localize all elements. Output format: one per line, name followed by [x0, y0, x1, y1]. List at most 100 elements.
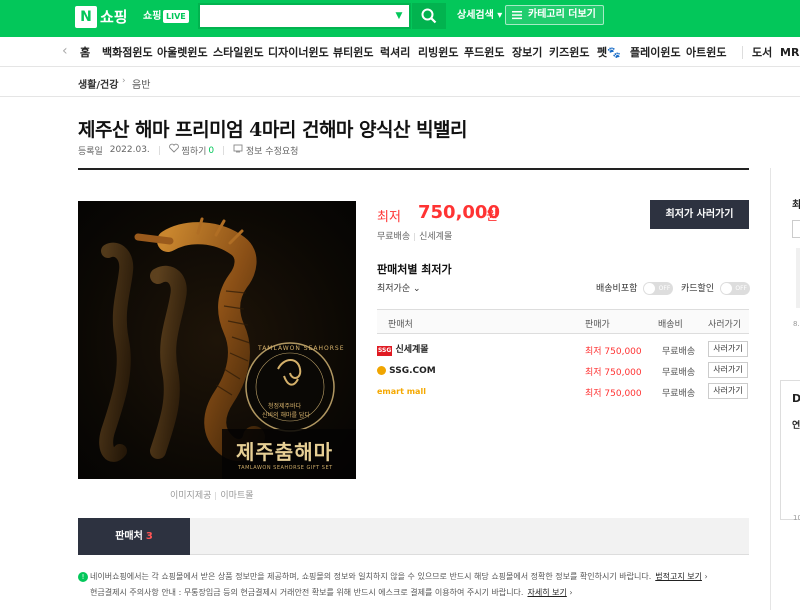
nav-prev-arrow-icon[interactable]: ‹: [62, 44, 68, 58]
table-row: SSG.COM 최저 750,000 무료배송 사러가기: [377, 360, 749, 381]
shipping-info: 무료배송 신세계몰: [377, 229, 452, 242]
right-column-input[interactable]: [792, 220, 800, 238]
row-buy-button[interactable]: 사러가기: [708, 383, 748, 399]
shipping-divider: [414, 232, 416, 241]
right-column-thumbnail[interactable]: [796, 248, 800, 308]
nav-divider: [742, 46, 743, 59]
table-row: SSG 신세계몰 최저 750,000 무료배송 사러가기: [377, 339, 749, 360]
details-link[interactable]: 자세히 보기: [527, 588, 566, 597]
row-price: 최저 750,000: [585, 389, 642, 399]
shopping-logo-text[interactable]: 쇼핑: [100, 6, 128, 28]
col-header-buy: 사러가기: [708, 320, 742, 330]
mall-logo-shinsegae[interactable]: SSG 신세계몰: [377, 344, 429, 356]
nav-item-living[interactable]: 리빙윈도: [418, 46, 458, 59]
product-title: 제주산 해마 프리미엄 4마리 건해마 양식산 빅밸리: [78, 119, 468, 141]
lowest-price-buy-button[interactable]: 최저가 사러가기: [650, 200, 749, 229]
image-caption-source: 이마트몰: [220, 491, 254, 501]
shopping-live-label[interactable]: 쇼핑: [143, 10, 161, 24]
search-input[interactable]: ▼: [198, 3, 411, 29]
wish-button[interactable]: 찜하기 0: [168, 143, 215, 157]
nav-item-books[interactable]: 도서: [752, 46, 772, 59]
legal-notice-link[interactable]: 법적고지 보기: [655, 572, 702, 581]
col-header-shipping: 배송비: [658, 320, 683, 330]
category-more-button[interactable]: 카테고리 더보기: [505, 5, 604, 25]
nav-item-designer[interactable]: 디자이너윈도: [268, 46, 329, 59]
search-dropdown-caret-icon[interactable]: ▼: [393, 8, 405, 24]
wish-count: 0: [208, 145, 215, 156]
chevron-right-icon: ›: [704, 572, 708, 581]
info-request-button[interactable]: 정보 수정요청: [233, 143, 299, 157]
notice-text-1: 네이버쇼핑에서는 각 쇼핑몰에서 받은 상품 정보만을 제공하며, 쇼핑몰의 정…: [90, 572, 652, 581]
card-discount-toggle[interactable]: 카드할인 OFF: [681, 281, 750, 295]
live-badge[interactable]: LIVE: [163, 10, 189, 23]
info-icon: !: [78, 571, 88, 582]
nav-item-kids[interactable]: 키즈윈도: [549, 46, 589, 59]
shipping-included-label: 배송비포함: [596, 284, 638, 294]
nav-item-beauty[interactable]: 뷰티윈도: [333, 46, 373, 59]
wish-label: 찜하기: [181, 147, 207, 157]
mall-name: SSG.COM: [389, 366, 436, 376]
nav-item-outlet[interactable]: 아울렛윈도: [157, 46, 208, 59]
notice-line-2: 현금결제시 주의사항 안내 : 무통장입금 등의 현금결제시 거래안전 확보를 …: [90, 587, 573, 598]
top-header-bar: N 쇼핑 쇼핑 LIVE ▼ 상세검색 ▾ 카테고리 더보기: [0, 0, 800, 37]
nav-item-grocery[interactable]: 장보기: [512, 46, 542, 59]
row-shipping: 무료배송: [662, 389, 696, 399]
tab-seller-label: 판매처: [115, 531, 143, 542]
toggle-switch[interactable]: OFF: [720, 282, 750, 295]
tab-seller[interactable]: 판매처 3: [78, 518, 190, 555]
edit-info-icon: [233, 144, 243, 153]
menu-grid-icon: [512, 11, 522, 20]
nav-item-luxury[interactable]: 럭셔리: [380, 46, 410, 59]
col-header-seller: 판매처: [388, 320, 413, 330]
right-panel-subheading: 연: [792, 421, 800, 431]
nav-item-pet-label: 펫: [597, 46, 608, 59]
breadcrumb: 생활/건강 › 음반: [0, 67, 800, 97]
shipping-included-toggle[interactable]: 배송비포함 OFF: [596, 281, 674, 295]
card-discount-label: 카드할인: [681, 284, 715, 294]
heart-icon: [168, 143, 179, 153]
toggle-knob: [644, 283, 656, 294]
toggle-switch[interactable]: OFF: [643, 282, 674, 295]
table-header: 판매처 판매가 배송비 사러가기: [377, 309, 749, 334]
nav-item-department[interactable]: 백화점윈도: [102, 46, 153, 59]
table-row: emart mall 최저 750,000 무료배송 사러가기: [377, 381, 749, 402]
search-button[interactable]: [412, 3, 446, 29]
nav-item-mr[interactable]: MR: [780, 46, 799, 59]
row-buy-button[interactable]: 사러가기: [708, 362, 748, 378]
mall-logo-ssg[interactable]: SSG.COM: [377, 365, 436, 377]
image-badge-line1: 청정제주바다: [268, 403, 302, 410]
sort-select-label: 최저가순: [377, 284, 411, 294]
nav-item-style[interactable]: 스타일윈도: [213, 46, 264, 59]
row-buy-button[interactable]: 사러가기: [708, 341, 748, 357]
seller-table: 판매처 판매가 배송비 사러가기 SSG 신세계몰 최저 750,000 무료배…: [377, 309, 749, 402]
nav-item-food[interactable]: 푸드윈도: [464, 46, 504, 59]
naver-logo-icon[interactable]: N: [75, 6, 97, 28]
breadcrumb-level1[interactable]: 생활/건강: [78, 76, 118, 91]
nav-item-home[interactable]: 홈: [80, 46, 90, 59]
search-icon: [421, 8, 437, 24]
chevron-right-icon: ›: [122, 76, 126, 86]
paw-icon: 🐾: [607, 46, 621, 59]
shinsegae-logo-icon: SSG: [377, 346, 393, 356]
product-image[interactable]: TAMLAWON SEAHORSE 청정제주바다 신비의 해마를 담다 제주춤해…: [78, 201, 356, 479]
mall-logo-emart[interactable]: emart mall: [377, 386, 426, 398]
sort-select[interactable]: 최저가순 ⌄: [377, 281, 421, 294]
row-shipping: 무료배송: [662, 368, 696, 378]
image-caption: 이미지제공 이마트몰: [170, 488, 254, 501]
right-column-text: 8.: [793, 320, 800, 328]
registered-label: 등록일: [78, 146, 103, 157]
right-column-border: [770, 168, 771, 610]
info-request-label: 정보 수정요청: [245, 147, 299, 157]
breadcrumb-level2[interactable]: 음반: [132, 76, 150, 91]
nav-item-play[interactable]: 플레이윈도: [630, 46, 681, 59]
detail-search-button[interactable]: 상세검색 ▾: [457, 9, 502, 23]
right-panel-heading: D: [792, 392, 800, 405]
col-header-price: 판매가: [585, 320, 610, 330]
nav-item-art[interactable]: 아트윈도: [686, 46, 726, 59]
toggle-knob: [721, 283, 732, 294]
product-meta-row: 등록일 2022.03. 찜하기 0 정보 수정요청: [78, 143, 298, 157]
image-sub-text: TAMLAWON SEAHORSE GIFT SET: [238, 465, 333, 471]
lowest-price-label: 최저: [377, 210, 401, 225]
chevron-down-icon: ⌄: [413, 284, 421, 294]
nav-item-pet[interactable]: 펫🐾: [597, 46, 621, 59]
